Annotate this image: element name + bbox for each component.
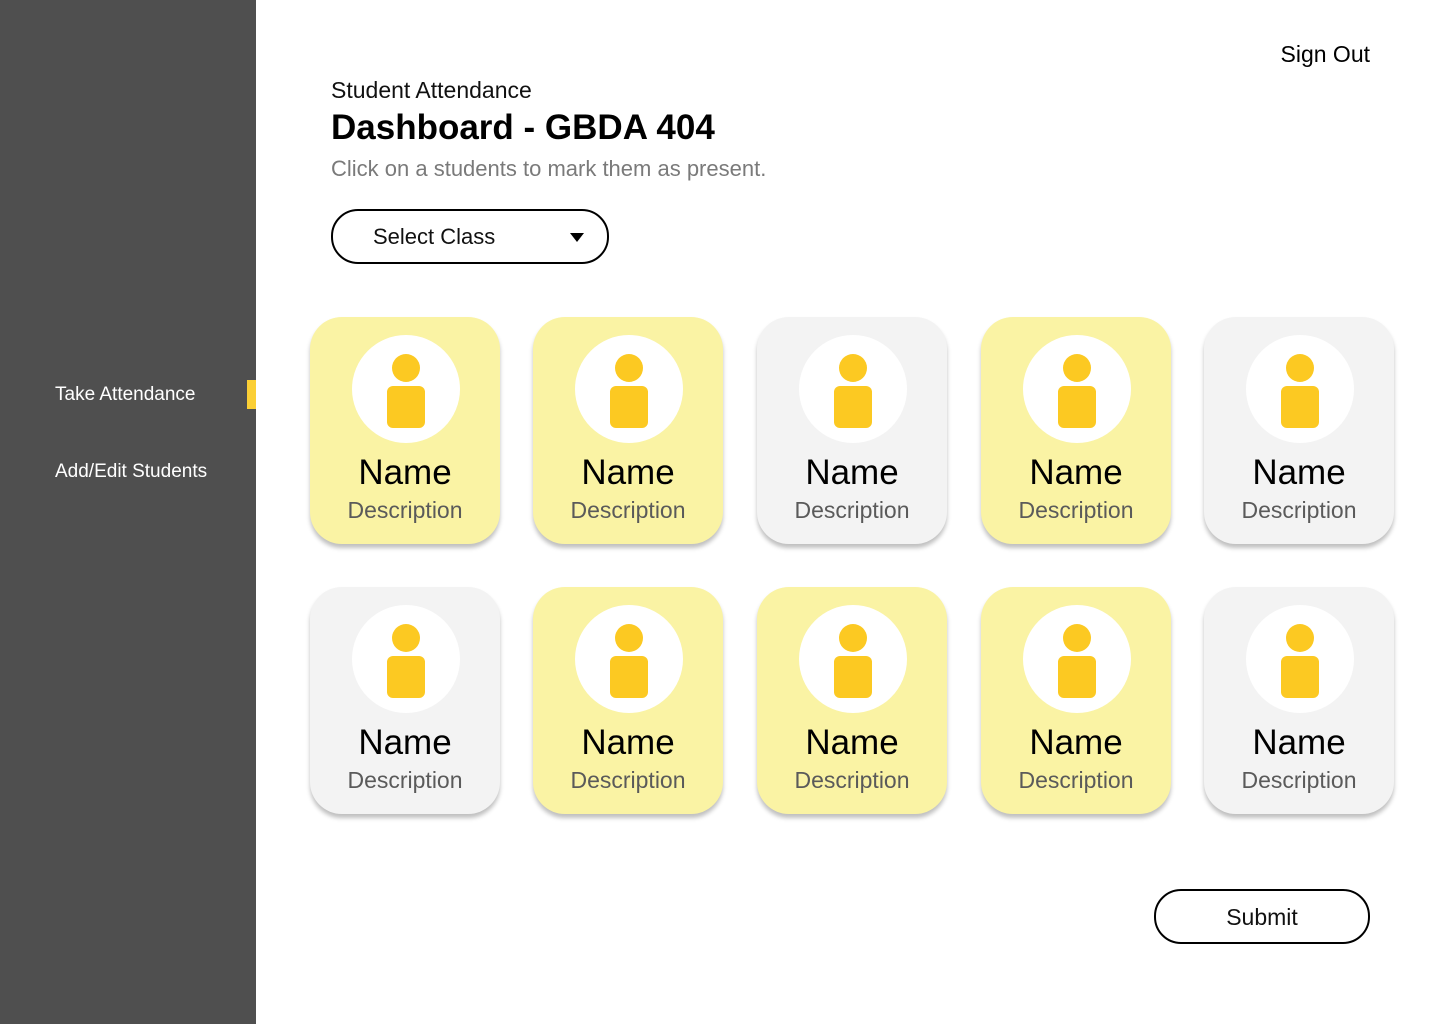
person-icon-head xyxy=(1286,624,1314,652)
student-card[interactable]: Name Description xyxy=(533,587,723,814)
student-card[interactable]: Name Description xyxy=(1204,587,1394,814)
student-name: Name xyxy=(581,453,675,492)
person-icon-body xyxy=(610,656,648,698)
sidebar: Take Attendance Add/Edit Students xyxy=(0,0,256,1024)
person-icon-head xyxy=(1063,354,1091,382)
avatar xyxy=(575,605,683,713)
avatar xyxy=(1023,335,1131,443)
student-description: Description xyxy=(347,497,463,523)
student-name: Name xyxy=(1252,723,1346,762)
student-name: Name xyxy=(805,723,899,762)
class-select-dropdown[interactable]: Select Class xyxy=(331,209,609,264)
student-card[interactable]: Name Description xyxy=(310,317,500,544)
avatar xyxy=(352,605,460,713)
student-name: Name xyxy=(581,723,675,762)
student-card[interactable]: Name Description xyxy=(533,317,723,544)
student-card[interactable]: Name Description xyxy=(981,317,1171,544)
person-icon-body xyxy=(387,656,425,698)
active-nav-indicator xyxy=(247,380,256,409)
student-description: Description xyxy=(347,767,463,793)
student-description: Description xyxy=(1018,497,1134,523)
avatar xyxy=(1246,605,1354,713)
person-icon-body xyxy=(1281,386,1319,428)
person-icon-body xyxy=(610,386,648,428)
person-icon-head xyxy=(839,354,867,382)
submit-button[interactable]: Submit xyxy=(1154,889,1370,944)
avatar xyxy=(799,335,907,443)
person-icon-body xyxy=(834,386,872,428)
avatar xyxy=(799,605,907,713)
person-icon-head xyxy=(1063,624,1091,652)
student-name: Name xyxy=(1029,453,1123,492)
person-icon-head xyxy=(1286,354,1314,382)
student-name: Name xyxy=(358,453,452,492)
page-eyebrow: Student Attendance xyxy=(331,77,532,103)
student-name: Name xyxy=(1029,723,1123,762)
student-description: Description xyxy=(570,767,686,793)
page-subtitle: Click on a students to mark them as pres… xyxy=(331,156,767,181)
student-description: Description xyxy=(794,497,910,523)
student-card[interactable]: Name Description xyxy=(757,317,947,544)
sidebar-item-add-edit-students[interactable]: Add/Edit Students xyxy=(55,461,207,483)
person-icon-head xyxy=(392,354,420,382)
student-description: Description xyxy=(1018,767,1134,793)
avatar xyxy=(352,335,460,443)
sidebar-item-take-attendance[interactable]: Take Attendance xyxy=(55,384,196,406)
person-icon-body xyxy=(1058,386,1096,428)
student-card[interactable]: Name Description xyxy=(310,587,500,814)
person-icon-body xyxy=(1058,656,1096,698)
student-name: Name xyxy=(805,453,899,492)
student-description: Description xyxy=(570,497,686,523)
avatar xyxy=(1246,335,1354,443)
class-select-label: Select Class xyxy=(373,224,496,249)
student-description: Description xyxy=(1241,767,1357,793)
page-title: Dashboard - GBDA 404 xyxy=(331,108,715,147)
student-card[interactable]: Name Description xyxy=(757,587,947,814)
student-name: Name xyxy=(358,723,452,762)
caret-down-icon xyxy=(570,233,584,242)
person-icon-body xyxy=(834,656,872,698)
person-icon-head xyxy=(392,624,420,652)
student-name: Name xyxy=(1252,453,1346,492)
student-card[interactable]: Name Description xyxy=(981,587,1171,814)
sign-out-button[interactable]: Sign Out xyxy=(1250,41,1371,68)
avatar xyxy=(575,335,683,443)
person-icon-body xyxy=(1281,656,1319,698)
submit-label: Submit xyxy=(1226,904,1298,930)
student-description: Description xyxy=(794,767,910,793)
person-icon-head xyxy=(615,354,643,382)
student-description: Description xyxy=(1241,497,1357,523)
student-card[interactable]: Name Description xyxy=(1204,317,1394,544)
page: Take Attendance Add/Edit Students Sign O… xyxy=(0,0,1440,1024)
person-icon-body xyxy=(387,386,425,428)
avatar xyxy=(1023,605,1131,713)
person-icon-head xyxy=(615,624,643,652)
person-icon-head xyxy=(839,624,867,652)
